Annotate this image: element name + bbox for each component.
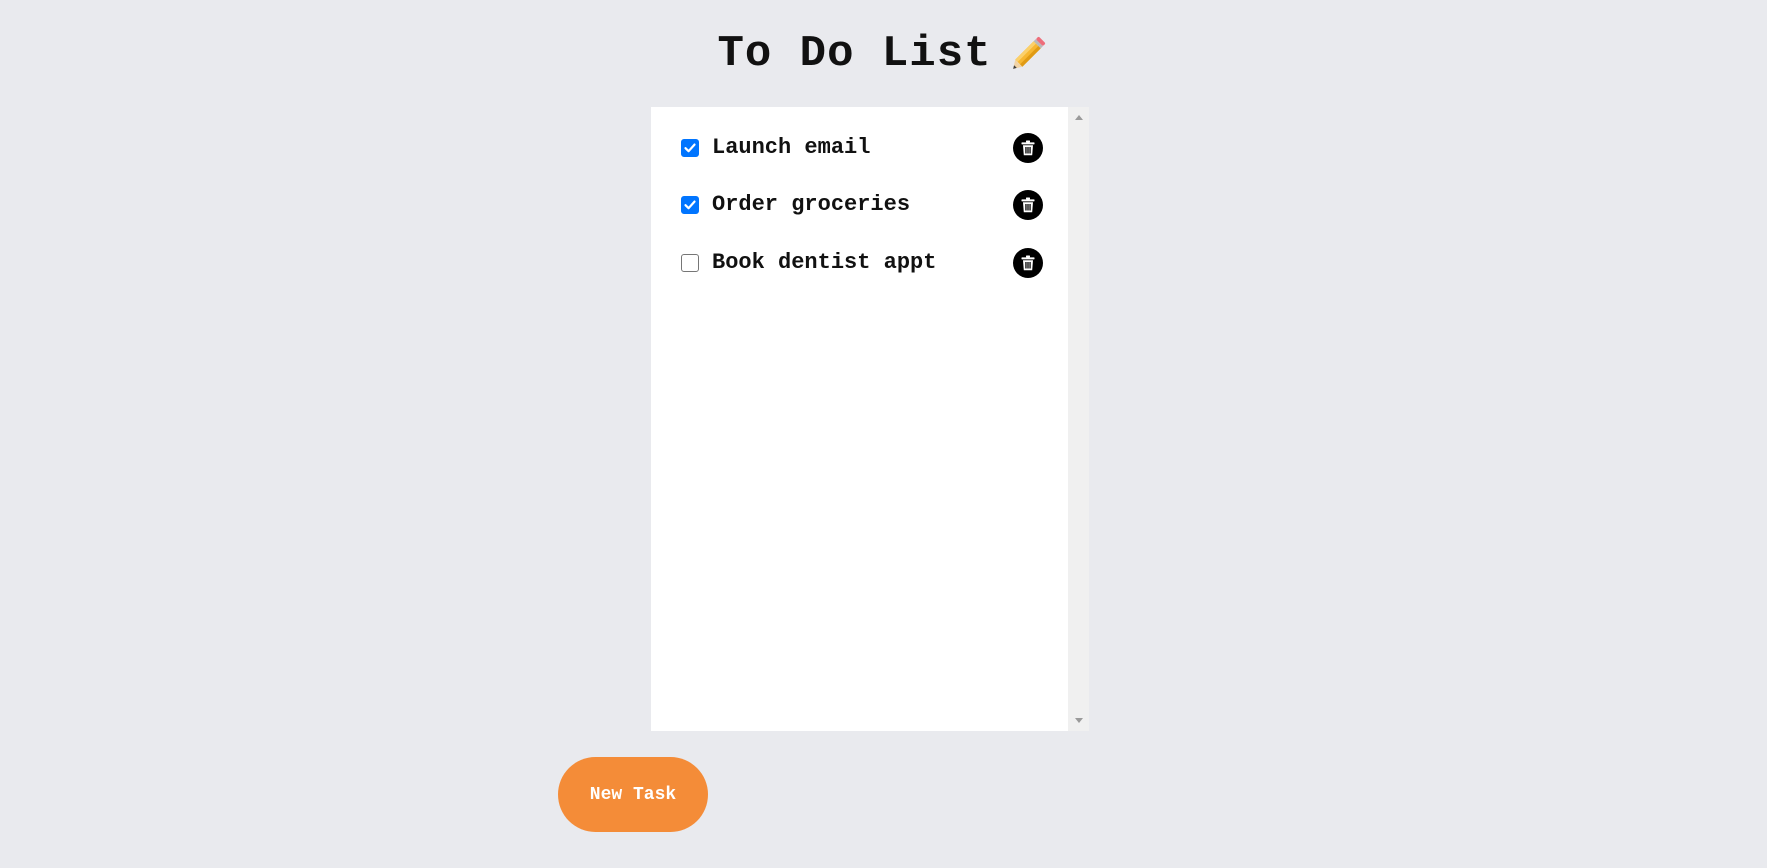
task-list-panel[interactable]: Launch email Order groceries Book dentis…: [651, 107, 1089, 731]
scroll-down-arrow-icon[interactable]: [1075, 718, 1083, 723]
page-title: To Do List: [0, 24, 1767, 85]
trash-icon: [1021, 197, 1035, 213]
delete-task-button[interactable]: [1013, 133, 1043, 163]
task-label: Launch email: [712, 135, 871, 160]
task-list-scrollbar[interactable]: [1068, 107, 1089, 731]
delete-task-button[interactable]: [1013, 248, 1043, 278]
trash-icon: [1021, 255, 1035, 271]
delete-task-button[interactable]: [1013, 190, 1043, 220]
task-checkbox[interactable]: [681, 139, 699, 157]
page-title-text: To Do List: [717, 29, 992, 79]
new-task-button[interactable]: New Task: [558, 757, 708, 832]
task-checkbox[interactable]: [681, 254, 699, 272]
trash-icon: [1021, 140, 1035, 156]
task-item: Book dentist appt: [681, 248, 1043, 278]
task-item: Launch email: [681, 133, 1043, 163]
task-label: Book dentist appt: [712, 250, 937, 275]
task-item: Order groceries: [681, 190, 1043, 220]
task-label: Order groceries: [712, 192, 911, 217]
task-checkbox[interactable]: [681, 196, 699, 214]
pencil-icon: [1006, 32, 1050, 76]
task-list: Launch email Order groceries Book dentis…: [651, 107, 1068, 731]
scroll-up-arrow-icon[interactable]: [1075, 115, 1083, 120]
